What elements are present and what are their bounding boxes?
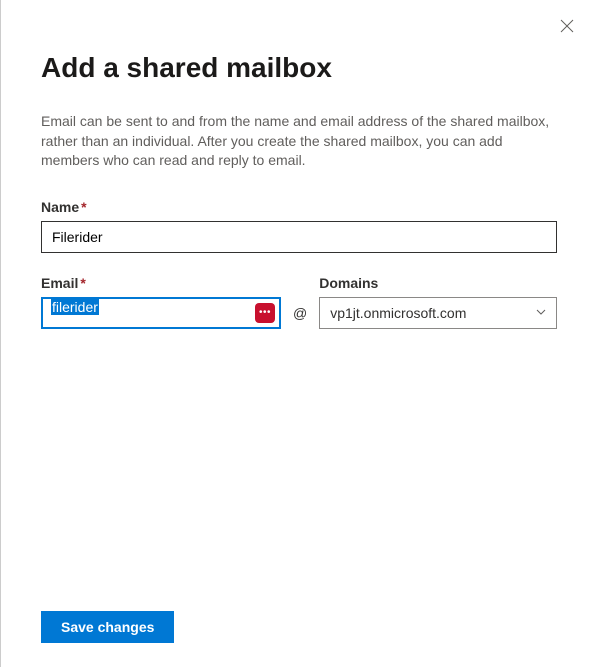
- name-label: Name*: [41, 199, 557, 215]
- add-shared-mailbox-panel: Add a shared mailbox Email can be sent t…: [1, 0, 597, 667]
- at-symbol: @: [293, 297, 307, 329]
- close-button[interactable]: [559, 18, 575, 34]
- ellipsis-icon: •••: [259, 308, 271, 318]
- email-domain-row: Email* filerider ••• @ Domains vp1jt.onm…: [41, 275, 557, 329]
- email-label: Email*: [41, 275, 281, 291]
- password-manager-icon[interactable]: •••: [255, 303, 275, 323]
- domains-field-group: Domains vp1jt.onmicrosoft.com: [319, 275, 557, 329]
- page-description: Email can be sent to and from the name a…: [41, 112, 557, 171]
- name-input[interactable]: [41, 221, 557, 253]
- domains-label: Domains: [319, 275, 557, 291]
- required-indicator: *: [81, 199, 86, 215]
- email-label-text: Email: [41, 275, 78, 291]
- page-title: Add a shared mailbox: [41, 52, 557, 84]
- close-icon: [560, 19, 574, 33]
- domains-select[interactable]: vp1jt.onmicrosoft.com: [319, 297, 557, 329]
- domains-selected-value: vp1jt.onmicrosoft.com: [330, 305, 466, 321]
- domains-select-wrapper: vp1jt.onmicrosoft.com: [319, 297, 557, 329]
- name-field-group: Name*: [41, 199, 557, 253]
- panel-footer: Save changes: [41, 591, 557, 643]
- email-field-group: Email* filerider •••: [41, 275, 281, 329]
- required-indicator: *: [80, 275, 85, 291]
- save-changes-button[interactable]: Save changes: [41, 611, 174, 643]
- email-input-wrapper: filerider •••: [41, 297, 281, 329]
- name-label-text: Name: [41, 199, 79, 215]
- email-input[interactable]: filerider: [41, 297, 281, 329]
- email-input-selection: filerider: [51, 299, 99, 315]
